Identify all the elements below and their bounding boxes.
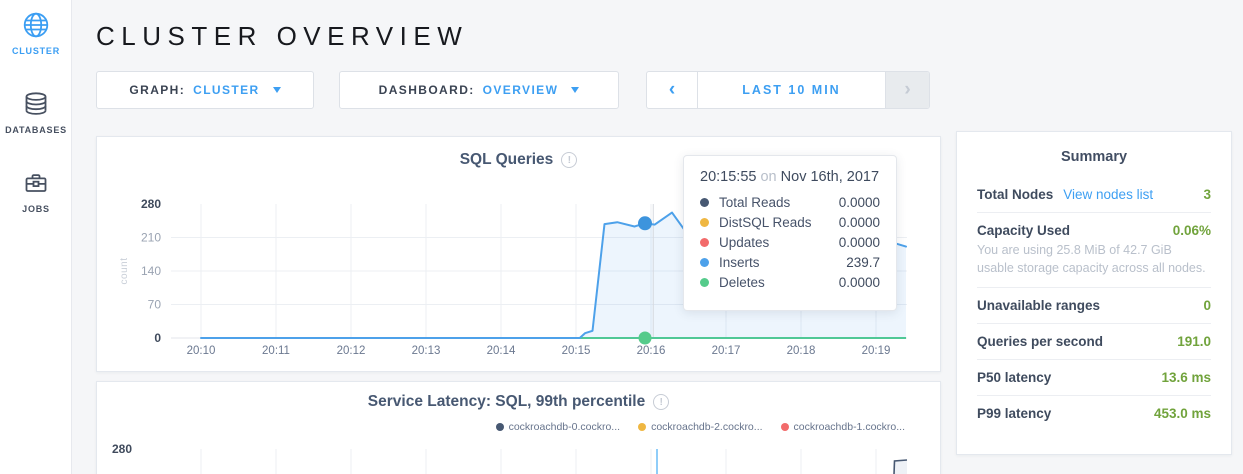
summary-row-total-nodes: Total Nodes View nodes list 3 <box>977 177 1211 213</box>
summary-title: Summary <box>957 132 1231 177</box>
dashboard-dropdown[interactable]: DASHBOARD: OVERVIEW <box>339 71 619 109</box>
series-dot-icon <box>700 278 709 287</box>
qps-value: 191.0 <box>1177 334 1211 349</box>
briefcase-icon <box>21 168 51 198</box>
dashboard-dropdown-label: DASHBOARD: <box>379 83 475 97</box>
time-window-label[interactable]: LAST 10 MIN <box>698 72 885 108</box>
chevron-down-icon <box>571 87 579 93</box>
globe-icon <box>21 10 51 40</box>
sidebar-item-databases[interactable]: DATABASES <box>0 89 72 135</box>
series-dot-icon <box>700 258 709 267</box>
x-tick-label: 20:17 <box>712 345 741 357</box>
x-tick-label: 20:19 <box>862 345 891 357</box>
y-tick-label: 0 <box>154 331 161 345</box>
summary-row-p50: P50 latency 13.6 ms <box>977 360 1211 396</box>
unavailable-ranges-value: 0 <box>1203 298 1211 313</box>
summary-row-capacity: Capacity Used 0.06% You are using 25.8 M… <box>977 213 1211 288</box>
y-tick-label: 210 <box>141 231 161 245</box>
x-tick-label: 20:18 <box>787 345 816 357</box>
p99-latency-value: 453.0 ms <box>1154 406 1211 421</box>
series-dot-icon <box>700 198 709 207</box>
controls-row: GRAPH: CLUSTER DASHBOARD: OVERVIEW ‹ LAS… <box>96 71 930 109</box>
graph-dropdown-label: GRAPH: <box>129 83 185 97</box>
tooltip-row: Inserts 239.7 <box>700 252 880 272</box>
tooltip-row: Updates 0.0000 <box>700 232 880 252</box>
database-icon <box>21 89 51 119</box>
graph-dropdown[interactable]: GRAPH: CLUSTER <box>96 71 314 109</box>
p50-latency-value: 13.6 ms <box>1161 370 1211 385</box>
chevron-down-icon <box>273 87 281 93</box>
time-window-next-button[interactable]: › <box>885 72 929 108</box>
time-window-prev-button[interactable]: ‹ <box>647 72 698 108</box>
x-tick-label: 20:14 <box>487 345 516 357</box>
x-tick-label: 20:10 <box>187 345 216 357</box>
x-tick-label: 20:16 <box>637 345 666 357</box>
y-tick-label: 140 <box>141 264 161 278</box>
hover-point-marker <box>638 216 652 230</box>
chart-hover-tooltip: 20:15:55 on Nov 16th, 2017 Total Reads 0… <box>683 155 897 311</box>
series-dot-icon <box>700 218 709 227</box>
series-dot-icon <box>700 238 709 247</box>
total-nodes-value: 3 <box>1203 187 1211 202</box>
x-tick-label: 20:13 <box>412 345 441 357</box>
gridlines <box>201 449 876 474</box>
x-tick-label: 20:11 <box>262 345 290 357</box>
sidebar-item-jobs[interactable]: JOBS <box>0 168 72 214</box>
sidebar: CLUSTER DATABASES JOBS <box>0 0 72 474</box>
y-tick-label: 280 <box>141 197 161 211</box>
sidebar-item-cluster[interactable]: CLUSTER <box>0 10 72 56</box>
view-nodes-list-link[interactable]: View nodes list <box>1063 187 1153 202</box>
service-latency-panel: Service Latency: SQL, 99th percentile co… <box>96 381 941 474</box>
hover-point-marker <box>639 332 652 345</box>
y-tick-label: 280 <box>112 442 132 456</box>
capacity-caption: You are using 25.8 MiB of 42.7 GiB usabl… <box>977 241 1211 277</box>
page-title: CLUSTER OVERVIEW <box>96 21 468 52</box>
summary-row-p99: P99 latency 453.0 ms <box>977 396 1211 431</box>
dashboard-dropdown-value: OVERVIEW <box>483 83 559 97</box>
summary-row-unavailable-ranges: Unavailable ranges 0 <box>977 288 1211 324</box>
tooltip-row: Deletes 0.0000 <box>700 272 880 292</box>
time-window-selector: ‹ LAST 10 MIN › <box>646 71 930 109</box>
tooltip-row: Total Reads 0.0000 <box>700 192 880 212</box>
y-tick-label: 70 <box>148 298 162 312</box>
sidebar-item-label: JOBS <box>0 204 72 214</box>
graph-dropdown-value: CLUSTER <box>193 83 259 97</box>
service-latency-chart[interactable]: 280 <box>97 382 942 474</box>
summary-row-qps: Queries per second 191.0 <box>977 324 1211 360</box>
summary-panel: Summary Total Nodes View nodes list 3 Ca… <box>956 131 1232 455</box>
main-content: CLUSTER OVERVIEW GRAPH: CLUSTER DASHBOAR… <box>72 0 1243 474</box>
sidebar-item-label: CLUSTER <box>0 46 72 56</box>
x-tick-label: 20:15 <box>562 345 591 357</box>
capacity-used-value: 0.06% <box>1173 223 1211 238</box>
sidebar-item-label: DATABASES <box>0 125 72 135</box>
x-tick-label: 20:12 <box>337 345 366 357</box>
series-area-partial <box>895 460 908 474</box>
tooltip-row: DistSQL Reads 0.0000 <box>700 212 880 232</box>
y-axis-unit-label: count <box>119 258 130 285</box>
tooltip-timestamp: 20:15:55 on Nov 16th, 2017 <box>700 169 880 185</box>
